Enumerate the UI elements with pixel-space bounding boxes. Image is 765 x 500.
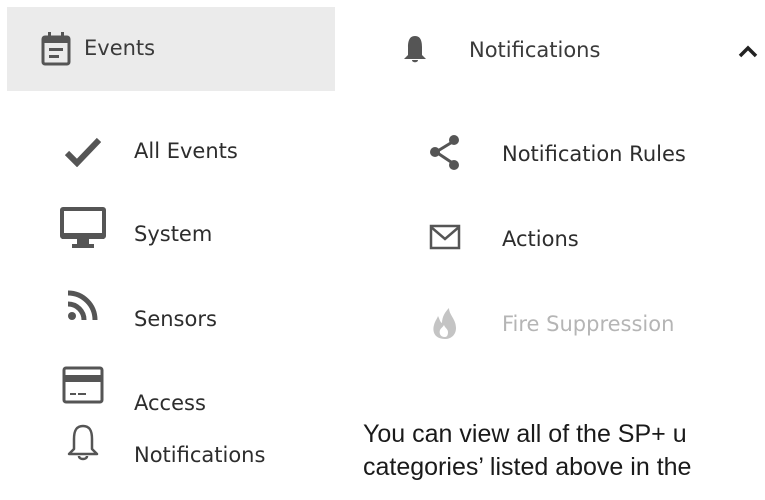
menu-item-system[interactable]: System (55, 200, 335, 260)
rss-feed-icon (55, 277, 111, 333)
chevron-up-icon[interactable] (737, 43, 759, 59)
fire-suppression-label: Fire Suppression (502, 312, 675, 336)
desktop-monitor-icon (55, 200, 111, 256)
menu-item-fire-suppression[interactable]: Fire Suppression (425, 295, 765, 351)
menu-item-all-events[interactable]: All Events (55, 122, 335, 182)
notifications-label: Notifications (134, 443, 266, 467)
event-note-icon (41, 32, 71, 66)
flame-icon (425, 303, 465, 343)
notifications-header-label: Notifications (469, 38, 601, 62)
all-events-label: All Events (134, 139, 238, 163)
notification-rules-label: Notification Rules (502, 142, 686, 166)
menu-item-sensors[interactable]: Sensors (55, 285, 335, 345)
envelope-icon (425, 218, 465, 258)
description-line-1: You can view all of the SP+ u (363, 420, 687, 448)
menu-item-actions[interactable]: Actions (425, 210, 765, 266)
sensors-label: Sensors (134, 307, 217, 331)
actions-label: Actions (502, 227, 579, 251)
credit-card-icon (55, 357, 111, 413)
checkmark-icon (55, 124, 111, 180)
events-menu-header[interactable]: Events (7, 7, 335, 91)
system-label: System (134, 222, 213, 246)
access-label: Access (134, 391, 206, 415)
events-header-label: Events (84, 36, 156, 60)
notifications-menu-header[interactable]: Notifications (390, 7, 765, 91)
menu-item-notification-rules[interactable]: Notification Rules (425, 126, 765, 182)
bell-outline-icon (55, 414, 111, 470)
description-line-2: categories’ listed above in the (363, 453, 692, 481)
description-paragraph: You can view all of the SP+ u categories… (363, 418, 765, 484)
menu-item-notifications[interactable]: Notifications (55, 424, 335, 500)
bell-filled-icon (402, 34, 428, 64)
share-icon (425, 132, 465, 172)
